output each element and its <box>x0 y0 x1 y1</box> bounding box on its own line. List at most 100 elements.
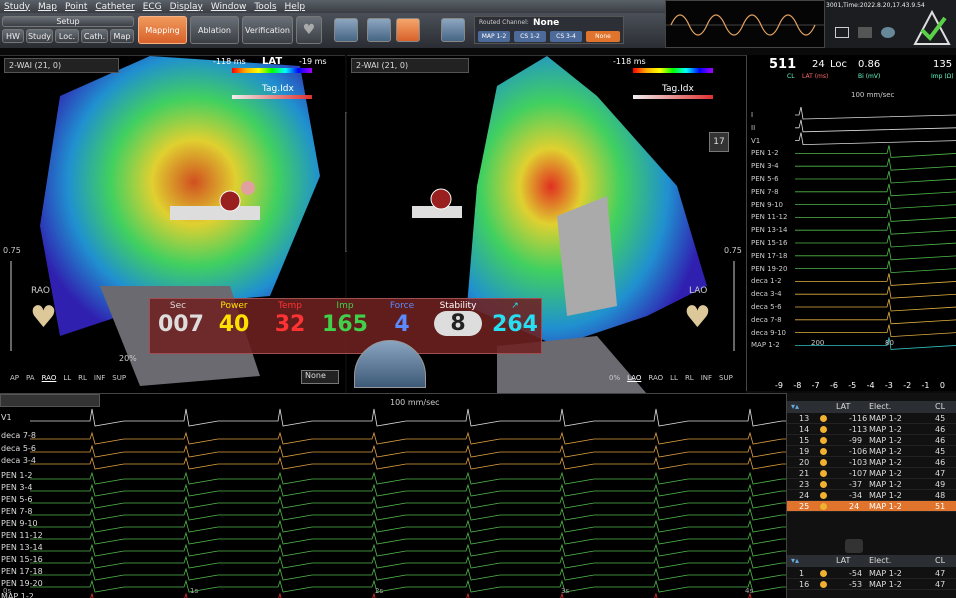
menu-point[interactable]: Point <box>65 2 87 12</box>
table-row[interactable]: 20 -103 MAP 1-2 46 <box>787 457 956 468</box>
menu-display[interactable]: Display <box>170 2 203 12</box>
table-row[interactable]: 24 -34 MAP 1-2 48 <box>787 490 956 501</box>
tag-label-right: Tag.Idx <box>662 84 694 94</box>
ablation-button[interactable]: Ablation <box>190 16 239 44</box>
strip-trace <box>30 444 786 458</box>
table-row[interactable]: 15 -99 MAP 1-2 46 <box>787 435 956 446</box>
table-row[interactable]: 13 -116 MAP 1-2 45 <box>787 413 956 424</box>
strip-lead-label: PEN 3-4 <box>1 483 33 492</box>
ecg-trace <box>795 106 956 120</box>
strip-trace <box>30 471 786 485</box>
strip-traces <box>30 408 786 598</box>
view-inf-r[interactable]: INF <box>701 374 712 382</box>
heart-icon[interactable]: ♥ <box>296 16 322 44</box>
point-dot-icon <box>820 415 827 422</box>
verification-button[interactable]: Verification <box>242 16 293 44</box>
strip-lead-label: deca 5-6 <box>1 444 36 453</box>
view-rao-r[interactable]: RAO <box>648 374 663 382</box>
none-select[interactable]: None <box>301 370 339 384</box>
ecg-lead-label: II <box>751 123 756 132</box>
view-ll-r[interactable]: LL <box>670 374 678 382</box>
table-row[interactable]: 25 24 MAP 1-2 51 <box>787 501 956 512</box>
cath-button[interactable]: Cath. <box>81 29 108 43</box>
menu-catheter[interactable]: Catheter <box>95 2 134 12</box>
map-button[interactable]: Map <box>110 29 134 43</box>
lat-colorbar-left <box>232 68 312 73</box>
scale-slider-left[interactable] <box>10 261 12 351</box>
status-panel: 3001,Time:2022.8.20,17.43.9.54 <box>825 0 956 48</box>
point-dot-icon <box>820 470 827 477</box>
lat-min-right: -118 ms <box>613 57 646 66</box>
table-split-icon[interactable] <box>845 539 863 553</box>
ecg-time-scale[interactable]: -9 -8 -7 -6 -5 -4 -3 -2 -1 0 <box>775 381 945 391</box>
tag-colorbar-right <box>633 95 713 99</box>
menu-ecg[interactable]: ECG <box>143 2 162 12</box>
loc-button[interactable]: Loc. <box>55 29 79 43</box>
channel-cs34[interactable]: CS 3-4 <box>550 31 582 42</box>
menu-tools[interactable]: Tools <box>254 2 276 12</box>
map-selector-left[interactable]: 2-WAI (21, 0) <box>4 58 119 73</box>
ablation-metrics: Sec 007 Power 40 Temp 32 Imp 165 Force 4 Stab… <box>149 298 542 354</box>
catheter-icon[interactable] <box>367 18 391 42</box>
table-row[interactable]: 23 -37 MAP 1-2 49 <box>787 479 956 490</box>
study-button[interactable]: Study <box>26 29 53 43</box>
lat-value: 24 <box>812 59 825 70</box>
ecg-lead-label: PEN 7-8 <box>751 187 779 196</box>
table-row[interactable]: 1 -54 MAP 1-2 47 <box>787 568 956 579</box>
channel-cs12[interactable]: CS 1-2 <box>514 31 546 42</box>
ecg-trace <box>795 286 956 299</box>
metric-stability: Stability 8 <box>432 301 484 336</box>
table-header: ▾▴ LAT Elect. CL <box>787 401 956 413</box>
monitor-icon[interactable] <box>441 18 465 42</box>
view-pa[interactable]: PA <box>26 374 35 382</box>
view-sup-r[interactable]: SUP <box>719 374 733 382</box>
table-row[interactable]: 16 -53 MAP 1-2 47 <box>787 579 956 590</box>
ecg-lead-label: deca 5-6 <box>751 303 782 311</box>
view-lao[interactable]: LAO <box>627 374 641 382</box>
metric-power: Power 40 <box>218 301 250 337</box>
menu-window[interactable]: Window <box>211 2 247 12</box>
mapping-button[interactable]: Mapping <box>138 16 187 44</box>
strip-lead-label: PEN 17-18 <box>1 567 43 576</box>
metric-lsi: ↗ 264 <box>492 301 538 337</box>
table-row[interactable]: 14 -113 MAP 1-2 46 <box>787 424 956 435</box>
mini-waveform <box>665 0 826 48</box>
metric-sec: Sec 007 <box>158 301 204 337</box>
tag-label-left: Tag.Idx <box>262 84 294 94</box>
view-ap[interactable]: AP <box>10 374 19 382</box>
sort-icon[interactable]: ▾▴ <box>791 402 799 411</box>
menu-help[interactable]: Help <box>285 2 306 12</box>
ecg-trace <box>795 222 956 235</box>
setup-button[interactable]: Setup <box>2 16 134 27</box>
scale-slider-right[interactable] <box>733 261 735 351</box>
strip-lead-label: deca 3-4 <box>1 456 36 465</box>
lat-label-left: LAT <box>262 56 283 67</box>
ecg-lead-label: deca 1-2 <box>751 277 782 286</box>
compass-icon[interactable] <box>334 18 358 42</box>
view-ll[interactable]: LL <box>63 374 71 382</box>
table-row[interactable]: 19 -106 MAP 1-2 45 <box>787 446 956 457</box>
ecg-trace <box>795 183 956 197</box>
lat-colorbar-right <box>633 68 713 73</box>
map-selector-right[interactable]: 2-WAI (21, 0) <box>351 58 469 73</box>
ecg-trace <box>795 234 956 248</box>
heart-orientation-icon: ♥ <box>30 300 57 335</box>
view-inf[interactable]: INF <box>94 374 105 382</box>
ecg-lead-label: V1 <box>751 136 761 145</box>
table-row[interactable]: 21 -107 MAP 1-2 47 <box>787 468 956 479</box>
menu-study[interactable]: Study <box>4 2 30 12</box>
lat-unit: LAT (ms) <box>802 73 829 80</box>
view-rl[interactable]: RL <box>78 374 87 382</box>
view-rl-r[interactable]: RL <box>685 374 694 382</box>
hw-button[interactable]: HW <box>2 29 24 43</box>
channel-map12[interactable]: MAP 1-2 <box>478 31 510 42</box>
menu-map[interactable]: Map <box>38 2 57 12</box>
channel-none[interactable]: None <box>586 31 620 42</box>
view-sup[interactable]: SUP <box>112 374 126 382</box>
view-rao[interactable]: RAO <box>42 374 57 382</box>
catheter-count[interactable]: 17 <box>709 132 729 152</box>
view-buttons-left: AP PA RAO LL RL INF SUP <box>10 374 126 382</box>
ecg-trace <box>795 170 956 184</box>
tag-colorbar-left <box>232 95 312 99</box>
record-icon[interactable] <box>396 18 420 42</box>
